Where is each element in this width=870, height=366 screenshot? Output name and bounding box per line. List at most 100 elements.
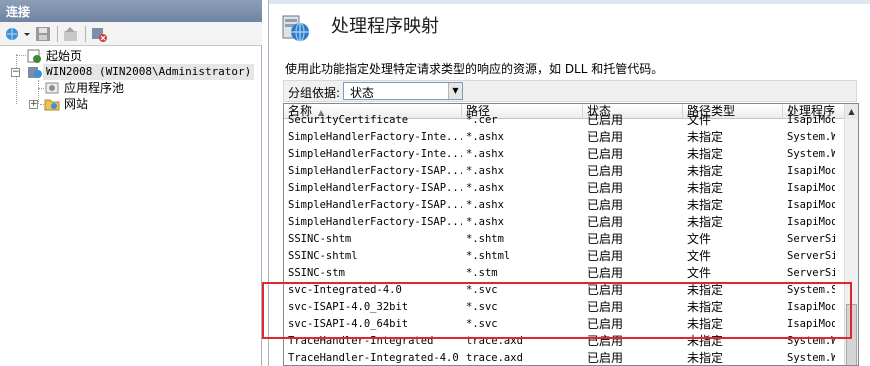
cell-state: 已启用 (587, 215, 624, 229)
cell-name: SSINC-shtml (288, 250, 358, 262)
cell-name: SimpleHandlerFactory-ISAP... (288, 182, 462, 194)
cell-path: *.ashx (466, 182, 504, 194)
cell-path: *.svc (466, 284, 498, 296)
table-row[interactable]: SimpleHandlerFactory-ISAP... *.ashx 已启用 未指定… (284, 214, 846, 231)
connect-dropdown-icon[interactable] (22, 25, 32, 43)
cell-handler: IsapiMod (787, 301, 835, 313)
group-by-bar: 分组依据: 状态 ▼ (283, 80, 857, 102)
table-row[interactable]: SSINC-stm *.stm 已启用 文件 ServerSi (284, 265, 846, 282)
collapse-toggle[interactable]: − (11, 68, 20, 77)
header-strip (269, 0, 870, 4)
cell-name: TraceHandler-Integrated-4.0 (288, 352, 459, 364)
cell-handler: System.S (787, 284, 835, 296)
cell-handler: IsapiMod (787, 216, 835, 228)
cell-name: SimpleHandlerFactory-Inte... (288, 148, 462, 160)
cell-path-type: 未指定 (687, 215, 724, 229)
cell-handler: System.W (787, 148, 835, 160)
cell-path-type: 未指定 (687, 130, 724, 144)
cell-name: svc-ISAPI-4.0_32bit (288, 301, 409, 313)
cell-name: svc-ISAPI-4.0_64bit (288, 318, 409, 330)
tree-item-app-pools[interactable]: 应用程序池 (44, 80, 164, 96)
tree-item-label: 应用程序池 (64, 81, 125, 95)
cell-name: SSINC-stm (288, 267, 345, 279)
cell-path-type: 文件 (687, 113, 712, 127)
tree-item-label: 网站 (64, 97, 89, 111)
table-row[interactable]: SSINC-shtml *.shtml 已启用 文件 ServerSi (284, 248, 846, 265)
group-by-value: 状态 (350, 86, 375, 100)
table-row[interactable]: TraceHandler-Integrated-4.0 trace.axd 已启用 未… (284, 350, 846, 365)
table-row[interactable]: SecurityCertificate *.cer 已启用 文件 IsapiMod (284, 112, 846, 129)
table-row[interactable]: TraceHandler-Integrated trace.axd 已启用 未指定 Sy… (284, 333, 846, 350)
cell-path: *.ashx (466, 199, 504, 211)
cell-path: *.shtml (466, 250, 511, 262)
scroll-up-icon[interactable]: ▲ (845, 104, 858, 119)
cell-state: 已启用 (587, 249, 624, 263)
table-row[interactable]: SimpleHandlerFactory-Inte... *.ashx 已启用 未指定… (284, 129, 846, 146)
table-row[interactable]: svc-ISAPI-4.0_32bit *.svc 已启用 未指定 IsapiMod (284, 299, 846, 316)
table-row[interactable]: svc-ISAPI-4.0_64bit *.svc 已启用 未指定 IsapiMod (284, 316, 846, 333)
cell-path-type: 未指定 (687, 351, 724, 365)
cell-handler: System.W (787, 352, 835, 364)
table-row[interactable]: SimpleHandlerFactory-ISAP... *.ashx 已启用 未指定… (284, 180, 846, 197)
cell-name: SimpleHandlerFactory-ISAP... (288, 199, 462, 211)
cell-state: 已启用 (587, 232, 624, 246)
up-icon[interactable] (62, 25, 80, 43)
tree-item-label: 起始页 (46, 49, 83, 63)
cell-state: 已启用 (587, 181, 624, 195)
table-row[interactable]: SimpleHandlerFactory-Inte... *.ashx 已启用 未指定… (284, 146, 846, 163)
table-row[interactable]: SSINC-shtm *.shtm 已启用 文件 ServerSi (284, 231, 846, 248)
tree-connector (16, 54, 17, 104)
toolbar-separator (57, 26, 58, 42)
page-description: 使用此功能指定处理特定请求类型的响应的资源，如 DLL 和托管代码。 (285, 62, 664, 76)
connections-pane: 连接 起始页 − WIN2008 (WIN2008\Administrator)… (0, 0, 262, 366)
cell-path-type: 文件 (687, 249, 712, 263)
cell-path-type: 文件 (687, 266, 712, 280)
cell-state: 已启用 (587, 283, 624, 297)
cell-path: *.ashx (466, 216, 504, 228)
chevron-down-icon[interactable]: ▼ (448, 83, 462, 99)
handler-mappings-list[interactable]: 名称▲ 路径 状态 路径类型 处理程序▲ SecurityCertificate… (283, 103, 859, 366)
cell-path: trace.axd (466, 335, 523, 347)
cell-path: *.ashx (466, 148, 504, 160)
cell-handler: IsapiMod (787, 165, 835, 177)
table-row[interactable]: SimpleHandlerFactory-ISAP... *.ashx 已启用 未指定… (284, 197, 846, 214)
cell-handler: ServerSi (787, 267, 835, 279)
cell-path: *.svc (466, 301, 498, 313)
toolbar-separator (85, 26, 86, 42)
disconnect-icon[interactable] (90, 25, 108, 43)
cell-state: 已启用 (587, 164, 624, 178)
expand-toggle[interactable]: + (29, 100, 38, 109)
tree-item-start-page[interactable]: 起始页 (26, 48, 146, 64)
tree-item-label: WIN2008 (WIN2008\Administrator) (43, 64, 255, 80)
cell-state: 已启用 (587, 266, 624, 280)
cell-handler: IsapiMod (787, 318, 835, 330)
feature-pane: 处理程序映射 使用此功能指定处理特定请求类型的响应的资源，如 DLL 和托管代码… (268, 0, 870, 366)
cell-path-type: 未指定 (687, 181, 724, 195)
cell-state: 已启用 (587, 198, 624, 212)
cell-path-type: 未指定 (687, 283, 724, 297)
tree-item-sites[interactable]: 网站 (44, 96, 164, 112)
cell-handler: ServerSi (787, 250, 835, 262)
cell-name: SimpleHandlerFactory-ISAP... (288, 165, 462, 177)
connections-toolbar (0, 22, 262, 46)
cell-state: 已启用 (587, 130, 624, 144)
group-by-select[interactable]: 状态 ▼ (343, 82, 463, 100)
table-row[interactable]: svc-Integrated-4.0 *.svc 已启用 未指定 System.S (284, 282, 846, 299)
cell-path: trace.axd (466, 352, 523, 364)
cell-path: *.stm (466, 267, 498, 279)
cell-name: TraceHandler-Integrated (288, 335, 434, 347)
tree-item-server[interactable]: WIN2008 (WIN2008\Administrator) (26, 64, 255, 80)
connect-icon[interactable] (4, 25, 22, 43)
tree-connector (38, 80, 39, 104)
vertical-scrollbar[interactable]: ▲ (844, 104, 858, 365)
save-icon[interactable] (34, 25, 52, 43)
cell-state: 已启用 (587, 147, 624, 161)
table-row[interactable]: SimpleHandlerFactory-ISAP... *.ashx 已启用 未指定… (284, 163, 846, 180)
cell-state: 已启用 (587, 300, 624, 314)
start-page-icon (26, 48, 42, 64)
cell-path: *.svc (466, 318, 498, 330)
cell-handler: IsapiMod (787, 114, 835, 126)
cell-handler: ServerSi (787, 233, 835, 245)
cell-path-type: 未指定 (687, 164, 724, 178)
scrollbar-thumb[interactable] (846, 304, 857, 365)
